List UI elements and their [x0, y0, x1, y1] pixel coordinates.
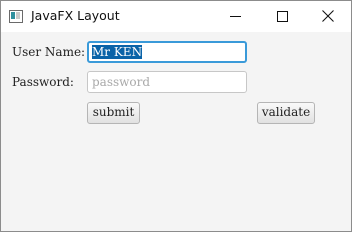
password-placeholder: password	[92, 75, 151, 89]
username-label: User Name:	[12, 45, 86, 59]
close-button[interactable]	[305, 1, 351, 32]
javafx-app-icon	[9, 10, 23, 23]
maximize-button[interactable]	[259, 1, 305, 32]
validate-button[interactable]: validate	[257, 102, 315, 124]
minimize-icon	[230, 16, 241, 17]
form-area: User Name: Mr KEN Password: password sub…	[1, 32, 351, 231]
app-window: JavaFX Layout User Name: Mr KEN Password…	[0, 0, 352, 232]
password-label: Password:	[12, 75, 74, 89]
title-bar[interactable]: JavaFX Layout	[1, 1, 351, 32]
password-input[interactable]: password	[87, 71, 247, 93]
submit-button[interactable]: submit	[87, 102, 140, 124]
username-selected-text: Mr KEN	[92, 45, 143, 59]
minimize-button[interactable]	[213, 1, 259, 32]
maximize-icon	[277, 11, 288, 22]
username-input[interactable]: Mr KEN	[87, 41, 247, 63]
window-title: JavaFX Layout	[31, 8, 120, 23]
close-icon	[322, 10, 334, 22]
